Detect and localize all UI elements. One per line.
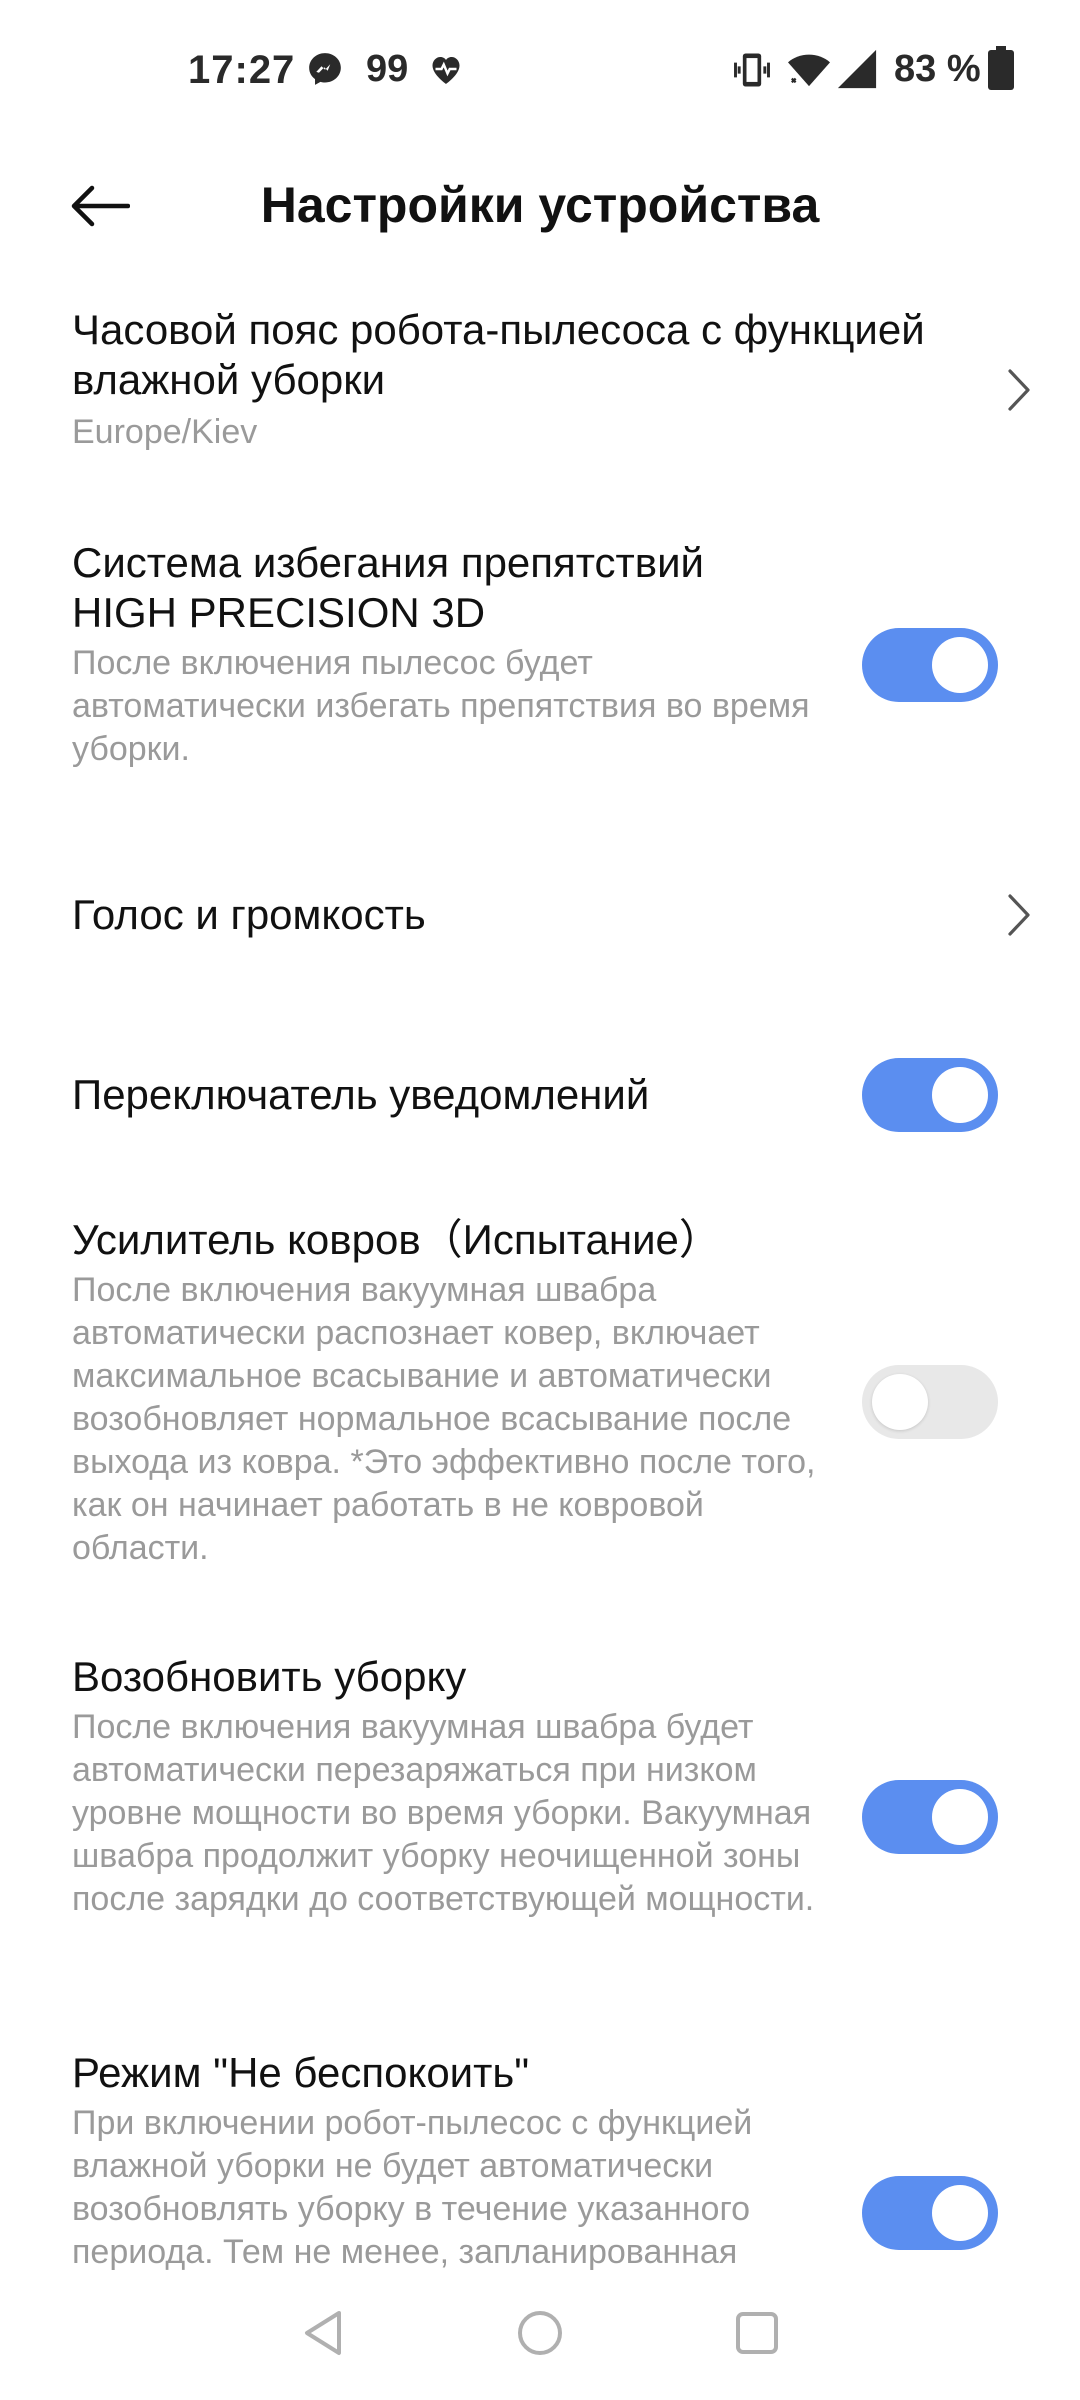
- voice-volume-title: Голос и громкость: [72, 891, 426, 938]
- resume-cleaning-toggle[interactable]: [862, 1780, 998, 1854]
- obstacle-avoidance-text: Система избегания препятствий HIGH PRECI…: [72, 538, 842, 771]
- nav-back-button[interactable]: [288, 2298, 358, 2368]
- page-title: Настройки устройства: [260, 177, 820, 233]
- chevron-right-icon: [1008, 894, 1030, 936]
- carpet-boost-text: Усилитель ковров（Испытание） После включе…: [72, 1215, 832, 1570]
- dnd-row: Режим "Не беспокоить" При включении робо…: [0, 2048, 1080, 2270]
- heart-pulse-icon: [432, 57, 460, 84]
- timezone-row[interactable]: Часовой пояс робота-пылесоса с функцией …: [0, 305, 1080, 475]
- obstacle-avoidance-description: После включения пылесос будет автоматиче…: [72, 644, 810, 768]
- carpet-boost-description: После включения вакуумная швабра автомат…: [72, 1271, 816, 1567]
- notifications-row: Переключатель уведомлений: [0, 1040, 1080, 1150]
- dnd-toggle[interactable]: [862, 2176, 998, 2250]
- chevron-right-icon: [1008, 369, 1030, 411]
- resume-cleaning-title: Возобновить уборку: [72, 1653, 467, 1700]
- nav-home-icon: [518, 2311, 562, 2355]
- toggle-knob: [932, 1789, 988, 1845]
- nav-recents-button[interactable]: [722, 2298, 792, 2368]
- resume-cleaning-text: Возобновить уборку После включения вакуу…: [72, 1652, 842, 1921]
- obstacle-avoidance-title-line1: Система избегания препятствий: [72, 539, 705, 586]
- notifications-title: Переключатель уведомлений: [72, 1071, 650, 1118]
- obstacle-avoidance-toggle[interactable]: [862, 628, 998, 702]
- navigation-bar: [0, 2270, 1080, 2400]
- signal-icon: [837, 49, 877, 89]
- timezone-title: Часовой пояс робота-пылесоса с функцией …: [72, 306, 925, 403]
- notifications-toggle[interactable]: [862, 1058, 998, 1132]
- toggle-knob: [872, 1374, 928, 1430]
- obstacle-avoidance-title-line2: HIGH PRECISION 3D: [72, 589, 486, 636]
- nav-home-button[interactable]: [505, 2298, 575, 2368]
- carpet-boost-row: Усилитель ковров（Испытание） После включе…: [0, 1215, 1080, 1585]
- toggle-knob: [932, 637, 988, 693]
- header: Настройки устройства: [0, 140, 1080, 270]
- resume-cleaning-row: Возобновить уборку После включения вакуу…: [0, 1652, 1080, 1982]
- obstacle-avoidance-row: Система избегания препятствий HIGH PRECI…: [0, 538, 1080, 778]
- dnd-description: При включении робот-пылесос с функцией в…: [72, 2104, 753, 2270]
- voice-volume-text: Голос и громкость: [72, 890, 842, 940]
- resume-cleaning-description: После включения вакуумная швабра будет а…: [72, 1708, 815, 1918]
- carpet-boost-toggle[interactable]: [862, 1365, 998, 1439]
- battery-icon: [988, 46, 1014, 90]
- dnd-text: Режим "Не беспокоить" При включении робо…: [72, 2048, 842, 2270]
- notifications-text: Переключатель уведомлений: [72, 1070, 842, 1120]
- voice-volume-row[interactable]: Голос и громкость: [0, 860, 1080, 970]
- status-bar: 17:27 99 83 %: [0, 0, 1080, 140]
- vibrate-icon: [734, 53, 770, 87]
- screen: 17:27 99 83 % Настройки устройства Часов…: [0, 0, 1080, 2400]
- back-button[interactable]: [62, 168, 138, 244]
- wifi-icon: [788, 54, 830, 87]
- toggle-knob: [932, 1067, 988, 1123]
- toggle-knob: [932, 2185, 988, 2241]
- nav-recents-icon: [736, 2312, 778, 2354]
- timezone-text: Часовой пояс робота-пылесоса с функцией …: [72, 305, 972, 454]
- notification-count: 99: [366, 48, 409, 90]
- dnd-title: Режим "Не беспокоить": [72, 2049, 530, 2096]
- nav-back-icon: [305, 2311, 341, 2355]
- status-time: 17:27: [188, 48, 296, 92]
- battery-percent: 83 %: [894, 48, 981, 90]
- messenger-icon: [309, 53, 341, 85]
- timezone-value: Europe/Kiev: [72, 413, 258, 451]
- carpet-boost-title: Усилитель ковров（Испытание）: [72, 1216, 721, 1263]
- arrow-left-icon: [71, 185, 130, 227]
